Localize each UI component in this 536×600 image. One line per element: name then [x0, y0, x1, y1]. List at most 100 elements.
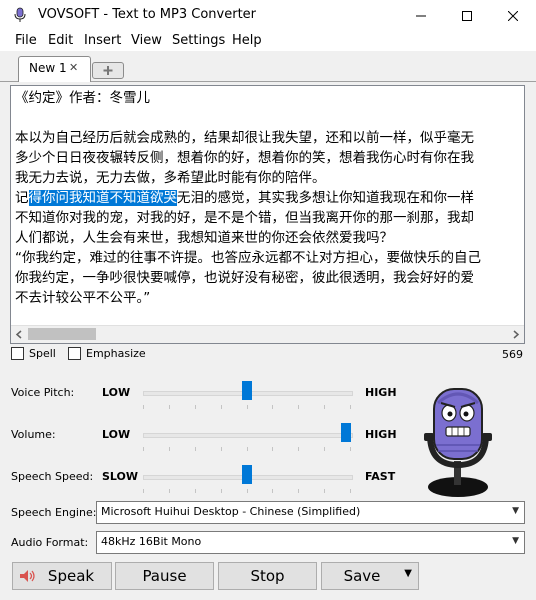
speak-button[interactable]: Speak	[12, 562, 112, 590]
volume-label: Volume:	[11, 428, 56, 441]
slider-tick	[168, 447, 170, 451]
editor-line[interactable]: 不去计较公平不公平。”	[15, 288, 524, 308]
editor-content[interactable]: 《约定》作者：冬雪儿本以为自己经历后就会成熟的，结果却很让我失望，还和以前一样，…	[15, 88, 524, 308]
slider-tick	[220, 489, 222, 493]
save-label: Save	[343, 567, 381, 585]
emphasize-checkbox-box[interactable]	[68, 347, 81, 360]
editor-line[interactable]: 你我约定，一争吵很快要喊停，也说好没有秘密，彼此很透明，我会好好的爱	[15, 268, 524, 288]
tab-strip: New 1 ✕	[0, 51, 536, 82]
voice-pitch-label: Voice Pitch:	[11, 386, 75, 399]
editor-line-text: 多少个日日夜夜辗转反侧，想着你的好，想着你的笑，想着我伤心时有你在我	[15, 150, 474, 166]
save-button[interactable]: Save ▼	[321, 562, 419, 590]
editor-line[interactable]	[15, 108, 524, 128]
menu-file[interactable]: File	[15, 33, 37, 48]
maximize-icon	[462, 10, 472, 21]
speaker-icon	[20, 570, 35, 582]
microphone-mascot-icon	[424, 388, 492, 497]
slider-tick	[324, 405, 326, 409]
selected-text[interactable]: 得你问我知道不知道欲哭	[28, 190, 177, 206]
stop-button[interactable]: Stop	[218, 562, 317, 590]
audio-format-select[interactable]: 48kHz 16Bit Mono ▼	[96, 531, 525, 554]
speech-engine-select[interactable]: Microsoft Huihui Desktop - Chinese (Simp…	[96, 501, 525, 524]
text-editor[interactable]: 《约定》作者：冬雪儿本以为自己经历后就会成熟的，结果却很让我失望，还和以前一样，…	[10, 85, 525, 344]
emphasize-checkbox[interactable]: Emphasize	[68, 347, 146, 360]
volume-slider-thumb[interactable]	[341, 423, 351, 442]
editor-line[interactable]: 记得你问我知道不知道欲哭无泪的感觉，其实我多想让你知道我现在和你一样	[15, 188, 524, 208]
menu-view[interactable]: View	[131, 33, 162, 48]
plus-icon	[103, 66, 113, 75]
slider-tick	[246, 405, 248, 409]
voice-pitch-low-label: LOW	[102, 386, 131, 399]
speech-speed-slider-thumb[interactable]	[242, 465, 252, 484]
voice-pitch-slider-thumb[interactable]	[242, 381, 252, 400]
save-dropdown-icon[interactable]: ▼	[404, 568, 412, 579]
pause-label: Pause	[142, 567, 187, 585]
volume-track[interactable]	[143, 433, 353, 438]
editor-line[interactable]: 我无力去说，无力去做，多希望此时能有你的陪伴。	[15, 168, 524, 188]
editor-line-text: “你我约定，难过的往事不许提。也答应永远都不让对方担心，要做快乐的自己	[15, 250, 481, 266]
speech-engine-label: Speech Engine:	[11, 506, 97, 519]
voice-pitch-ticks	[143, 405, 351, 409]
tab-new-1[interactable]: New 1 ✕	[18, 56, 91, 82]
editor-line-text: 无泪的感觉，其实我多想让你知道我现在和你一样	[177, 190, 474, 206]
slider-tick	[194, 489, 196, 493]
menu-settings[interactable]: Settings	[172, 33, 225, 48]
editor-line[interactable]: 不知道你对我的宠，对我的好，是不是个错，但当我离开你的那一刹那，我却	[15, 208, 524, 228]
window-title: VOVSOFT - Text to MP3 Converter	[38, 7, 257, 22]
audio-format-label: Audio Format:	[11, 536, 89, 549]
editor-line-text: 人们都说，人生会有来世，我想知道来世的你还会依然爱我吗？	[15, 230, 393, 246]
speech-engine-value: Microsoft Huihui Desktop - Chinese (Simp…	[101, 505, 361, 518]
slider-tick	[246, 447, 248, 451]
volume-high-label: HIGH	[365, 428, 397, 441]
pause-button[interactable]: Pause	[115, 562, 214, 590]
app-logo-icon	[12, 7, 28, 23]
slider-tick	[143, 489, 144, 493]
tab-label: New 1	[29, 61, 67, 75]
editor-line-text: 本以为自己经历后就会成熟的，结果却很让我失望，还和以前一样，似乎毫无	[15, 130, 474, 146]
close-button[interactable]	[490, 0, 536, 31]
speech-speed-label: Speech Speed:	[11, 470, 94, 483]
speech-speed-ticks	[143, 489, 351, 493]
chevron-down-icon: ▼	[512, 536, 519, 546]
speech-speed-high-label: FAST	[365, 470, 396, 483]
editor-line-text: 不知道你对我的宠，对我的好，是不是个错，但当我离开你的那一刹那，我却	[15, 210, 474, 226]
minimize-icon	[416, 15, 426, 16]
slider-tick	[298, 489, 300, 493]
menu-bar: File Edit Insert View Settings Help	[0, 31, 536, 51]
minimize-button[interactable]	[398, 0, 444, 31]
slider-tick	[272, 447, 274, 451]
slider-tick	[246, 489, 248, 493]
editor-line[interactable]: 人们都说，人生会有来世，我想知道来世的你还会依然爱我吗？	[15, 228, 524, 248]
slider-tick	[298, 405, 300, 409]
editor-line[interactable]: 《约定》作者：冬雪儿	[15, 88, 524, 108]
slider-tick	[324, 489, 326, 493]
speak-label: Speak	[47, 567, 95, 585]
maximize-button[interactable]	[444, 0, 490, 31]
horizontal-scroll-thumb[interactable]	[28, 328, 96, 340]
scroll-right-icon[interactable]	[507, 326, 524, 343]
slider-tick	[220, 405, 222, 409]
editor-line[interactable]: 多少个日日夜夜辗转反侧，想着你的好，想着你的笑，想着我伤心时有你在我	[15, 148, 524, 168]
editor-line-text: 不去计较公平不公平。”	[15, 290, 151, 306]
audio-format-value: 48kHz 16Bit Mono	[101, 535, 202, 548]
menu-help[interactable]: Help	[232, 33, 262, 48]
character-count: 569	[502, 348, 523, 361]
volume-low-label: LOW	[102, 428, 131, 441]
editor-line-text: 你我约定，一争吵很快要喊停，也说好没有秘密，彼此很透明，我会好好的爱	[15, 270, 474, 286]
spell-checkbox-box[interactable]	[11, 347, 24, 360]
menu-insert[interactable]: Insert	[84, 33, 121, 48]
menu-edit[interactable]: Edit	[48, 33, 73, 48]
speech-speed-low-label: SLOW	[102, 470, 139, 483]
slider-tick	[168, 405, 170, 409]
slider-tick	[194, 447, 196, 451]
voice-pitch-high-label: HIGH	[365, 386, 397, 399]
slider-tick	[194, 405, 196, 409]
stop-label: Stop	[250, 567, 285, 585]
horizontal-scrollbar[interactable]	[11, 325, 524, 343]
new-tab-button[interactable]	[92, 62, 124, 79]
scroll-left-icon[interactable]	[11, 326, 28, 343]
tab-close-icon[interactable]: ✕	[69, 61, 78, 74]
spell-checkbox[interactable]: Spell	[11, 347, 56, 360]
editor-line[interactable]: 本以为自己经历后就会成熟的，结果却很让我失望，还和以前一样，似乎毫无	[15, 128, 524, 148]
editor-line[interactable]: “你我约定，难过的往事不许提。也答应永远都不让对方担心，要做快乐的自己	[15, 248, 524, 268]
